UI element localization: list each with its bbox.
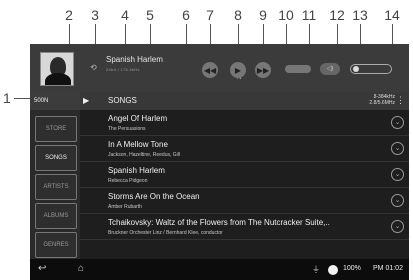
callout-8: 8 [234,7,242,23]
list-header: ▶ SONGS 8-384kHz 2.8/5.6MHz ⋮ [80,92,409,110]
album-art-body [45,73,71,85]
play-all-icon[interactable]: ▶ [83,96,89,105]
callout-9: 9 [259,7,267,23]
track-format: 24bit / 176.4kHz [106,67,140,72]
list-item[interactable]: Angel Of Harlem The Persuasions ⌄ [80,110,409,136]
song-list: Angel Of Harlem The Persuasions ⌄ In A M… [80,110,409,259]
sidebar-item-artists[interactable]: ARTISTS [35,174,77,200]
volume-slider[interactable] [285,65,311,73]
player-screen: ⟲ Spanish Harlem 24bit / 176.4kHz ⤨ ◀◀ ▶… [30,44,409,280]
song-artist: Bruckner Orchester Linz / Bernhard Klee,… [108,230,223,236]
seek-knob[interactable] [353,66,359,72]
output-button[interactable]: ◁) [320,63,340,75]
usb-icon: ⏚ [312,265,320,274]
song-artist: The Persuasions [108,126,146,132]
callout-5: 5 [146,7,154,23]
chevron-down-icon[interactable]: ⌄ [391,142,404,155]
callout-6: 6 [182,7,190,23]
chevron-down-icon[interactable]: ⌄ [391,194,404,207]
repeat-icon[interactable]: ⟲ [90,63,100,72]
song-artist: Jackson, Hazeltine, Reedus, Gill [108,152,180,158]
sidebar-item-store[interactable]: STORE [35,116,77,142]
callout-13: 13 [352,7,368,23]
system-bar: ↩ ⌂ ⏚ 100% PM 01:02 [30,259,409,280]
playback-bar: ⟲ Spanish Harlem 24bit / 176.4kHz ⤨ ◀◀ ▶… [30,44,409,92]
song-title: In A Mellow Tone [108,140,168,149]
home-icon[interactable]: ⌂ [78,263,84,274]
more-options-icon[interactable]: ⋮ [396,95,405,105]
chevron-down-icon[interactable]: ⌄ [391,116,404,129]
track-info[interactable]: ⟲ Spanish Harlem 24bit / 176.4kHz ⤨ [86,55,241,81]
previous-button[interactable]: ◀◀ [202,62,218,78]
list-title: SONGS [108,96,137,105]
callout-10: 10 [278,7,294,23]
speaker-icon: ◁) [326,66,334,72]
storage-selector[interactable]: 500N [30,92,80,110]
category-sidebar: 500N STORE SONGS ARTISTS ALBUMS GENRES [30,92,80,259]
callout-4: 4 [121,7,129,23]
back-icon[interactable]: ↩ [38,263,46,274]
sidebar-item-albums[interactable]: ALBUMS [35,203,77,229]
battery-percentage: 100% [343,265,361,272]
play-button[interactable]: ▶ [230,62,246,78]
next-button[interactable]: ▶▶ [255,62,271,78]
battery-icon [328,265,338,275]
rewind-icon: ◀◀ [203,65,217,75]
chevron-down-icon[interactable]: ⌄ [391,168,404,181]
sample-rate-filter[interactable]: 8-384kHz 2.8/5.6MHz [369,94,395,106]
album-art[interactable] [40,52,74,86]
play-icon: ▶ [234,65,242,75]
song-artist: Amber Rubarth [108,204,142,210]
callout-1: 1 [3,90,11,106]
song-artist: Rebecca Pidgeon [108,178,148,184]
sidebar-item-songs[interactable]: SONGS [35,145,77,171]
list-item[interactable]: Spanish Harlem Rebecca Pidgeon ⌄ [80,162,409,188]
filter-line-2: 2.8/5.6MHz [369,100,395,106]
song-title: Storms Are On the Ocean [108,192,200,201]
fast-forward-icon: ▶▶ [256,65,270,75]
list-item[interactable]: Tchaikovsky: Waltz of the Flowers from T… [80,214,409,240]
clock: PM 01:02 [373,265,403,272]
list-item[interactable]: In A Mellow Tone Jackson, Hazeltine, Ree… [80,136,409,162]
track-title: Spanish Harlem [106,55,163,64]
song-title: Tchaikovsky: Waltz of the Flowers from T… [108,218,330,227]
callout-14: 14 [384,7,400,23]
song-title: Angel Of Harlem [108,114,168,123]
callout-3: 3 [91,7,99,23]
callout-7: 7 [206,7,214,23]
callout-11: 11 [301,7,317,23]
callout-12: 12 [329,7,345,23]
song-title: Spanish Harlem [108,166,165,175]
sidebar-item-genres[interactable]: GENRES [35,232,77,258]
callout-2: 2 [65,7,73,23]
list-item[interactable]: Storms Are On the Ocean Amber Rubarth ⌄ [80,188,409,214]
seek-slider[interactable] [350,64,392,74]
chevron-down-icon[interactable]: ⌄ [391,220,404,233]
